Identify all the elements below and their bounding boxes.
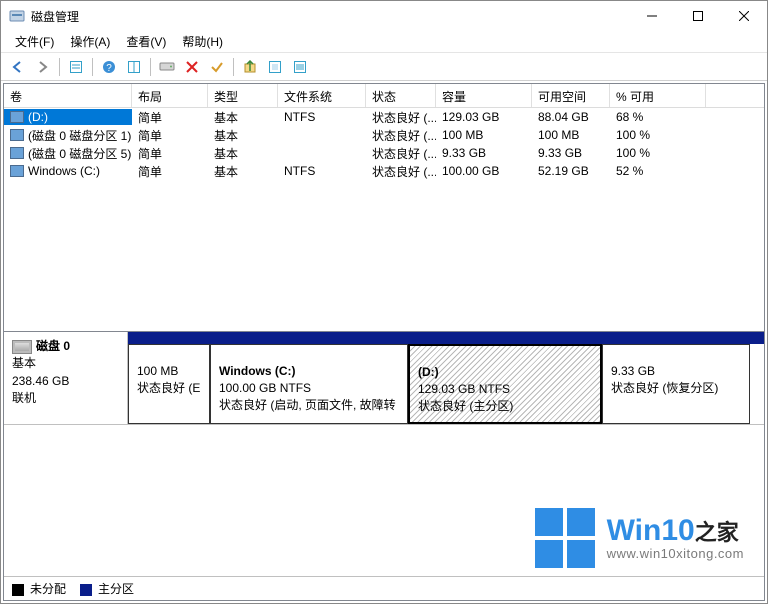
properties-button[interactable] (64, 56, 88, 78)
forward-button[interactable] (31, 56, 55, 78)
volume-icon (10, 147, 24, 159)
settings-list-button[interactable] (122, 56, 146, 78)
delete-button[interactable] (180, 56, 204, 78)
disk-icon-button[interactable] (155, 56, 179, 78)
partition[interactable]: (D:)129.03 GB NTFS状态良好 (主分区) (408, 344, 602, 424)
graphical-pane[interactable]: 磁盘 0 基本 238.46 GB 联机 100 MB状态良好 (EWindow… (4, 332, 764, 600)
menu-file[interactable]: 文件(F) (7, 31, 62, 52)
col-pctfree[interactable]: % 可用 (610, 84, 706, 107)
col-fs[interactable]: 文件系统 (278, 84, 366, 107)
col-type[interactable]: 类型 (208, 84, 278, 107)
disk-info: 磁盘 0 基本 238.46 GB 联机 (4, 332, 128, 424)
titlebar: 磁盘管理 (1, 1, 767, 31)
volume-row[interactable]: (磁盘 0 磁盘分区 1)简单基本状态良好 (...100 MB100 MB10… (4, 126, 764, 144)
check-button[interactable] (205, 56, 229, 78)
toolbar: ? (1, 53, 767, 81)
volume-list-header: 卷 布局 类型 文件系统 状态 容量 可用空间 % 可用 (4, 84, 764, 108)
volume-icon (10, 165, 24, 177)
menu-bar: 文件(F) 操作(A) 查看(V) 帮助(H) (1, 31, 767, 53)
menu-view[interactable]: 查看(V) (118, 31, 174, 52)
menu-help[interactable]: 帮助(H) (174, 31, 231, 52)
legend-unallocated: 未分配 (12, 580, 66, 597)
volume-row[interactable]: (磁盘 0 磁盘分区 5)简单基本状态良好 (...9.33 GB9.33 GB… (4, 144, 764, 162)
minimize-button[interactable] (629, 1, 675, 31)
disk-icon (12, 340, 32, 354)
col-status[interactable]: 状态 (366, 84, 436, 107)
action1-button[interactable] (238, 56, 262, 78)
maximize-button[interactable] (675, 1, 721, 31)
help-button[interactable]: ? (97, 56, 121, 78)
disk-row[interactable]: 磁盘 0 基本 238.46 GB 联机 100 MB状态良好 (EWindow… (4, 332, 764, 425)
col-capacity[interactable]: 容量 (436, 84, 532, 107)
col-free[interactable]: 可用空间 (532, 84, 610, 107)
menu-action[interactable]: 操作(A) (62, 31, 118, 52)
action3-button[interactable] (288, 56, 312, 78)
disk-label: 磁盘 0 (36, 339, 70, 353)
volume-list-pane[interactable]: 卷 布局 类型 文件系统 状态 容量 可用空间 % 可用 (D:)简单基本NTF… (4, 84, 764, 332)
legend-primary: 主分区 (80, 580, 134, 597)
volume-icon (10, 129, 24, 141)
action2-button[interactable] (263, 56, 287, 78)
col-volume[interactable]: 卷 (4, 84, 132, 107)
partition[interactable]: Windows (C:)100.00 GB NTFS状态良好 (启动, 页面文件… (210, 344, 408, 424)
volume-row[interactable]: Windows (C:)简单基本NTFS状态良好 (...100.00 GB52… (4, 162, 764, 180)
disk-size: 238.46 GB (12, 373, 119, 390)
partition[interactable]: 9.33 GB状态良好 (恢复分区) (602, 344, 750, 424)
close-button[interactable] (721, 1, 767, 31)
back-button[interactable] (6, 56, 30, 78)
volume-icon (10, 111, 24, 123)
col-layout[interactable]: 布局 (132, 84, 208, 107)
volume-row[interactable]: (D:)简单基本NTFS状态良好 (...129.03 GB88.04 GB68… (4, 108, 764, 126)
legend: 未分配 主分区 (4, 576, 764, 600)
app-icon (9, 8, 25, 24)
window-title: 磁盘管理 (31, 8, 629, 25)
partition[interactable]: 100 MB状态良好 (E (128, 344, 210, 424)
disk-type: 基本 (12, 355, 119, 372)
svg-text:?: ? (106, 63, 112, 74)
disk-state: 联机 (12, 390, 119, 407)
